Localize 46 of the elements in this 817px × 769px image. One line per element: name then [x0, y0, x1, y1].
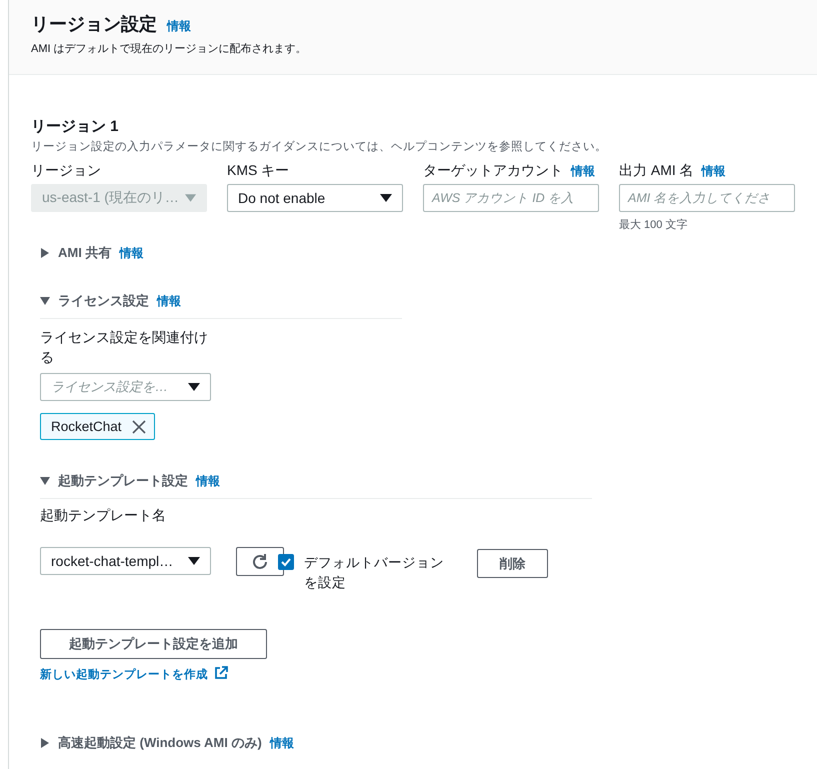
info-link[interactable]: 情報 — [702, 163, 726, 180]
select-field[interactable]: ライセンス設定を… — [40, 373, 211, 401]
region-description: リージョン設定の入力パラメータに関するガイダンスについては、ヘルプコンテンツを参照してください。 — [31, 139, 608, 154]
caret-icon — [188, 383, 200, 391]
panel-description: AMI はデフォルトで現在のリージョンに配布されます。 — [31, 42, 308, 56]
delete-button[interactable]: 削除 — [477, 549, 548, 578]
input-field[interactable]: AMI 名を入力してくださ — [619, 184, 795, 212]
field-label: 出力 AMI 名 — [619, 162, 694, 180]
info-link[interactable]: 情報 — [571, 163, 595, 180]
expand-icon[interactable] — [40, 296, 50, 306]
info-link[interactable]: 情報 — [167, 18, 191, 35]
info-link[interactable]: 情報 — [157, 292, 181, 310]
external-link-icon — [214, 666, 228, 680]
section-title[interactable]: AMI 共有 — [58, 244, 112, 262]
input-field[interactable]: AWS アカウント ID を入 — [423, 184, 599, 212]
region-title: リージョン 1 — [31, 117, 120, 136]
refresh-button[interactable] — [236, 547, 284, 576]
panel-title: リージョン設定 — [31, 13, 157, 36]
caret-icon — [184, 194, 196, 202]
field-label: ターゲットアカウント — [423, 162, 563, 180]
info-link[interactable]: 情報 — [270, 734, 294, 752]
section-title[interactable]: ライセンス設定 — [58, 292, 149, 310]
expand-icon[interactable] — [40, 476, 50, 486]
add-button[interactable]: 起動テンプレート設定を追加 — [40, 629, 267, 659]
section-title[interactable]: 起動テンプレート設定 — [58, 472, 188, 490]
token-label: RocketChat — [51, 419, 122, 434]
field-hint: 最大 100 文字 — [619, 218, 688, 232]
checkbox[interactable] — [278, 554, 294, 570]
field-label: リージョン — [31, 162, 101, 180]
info-link[interactable]: 情報 — [196, 472, 220, 490]
checkmark-icon — [280, 556, 292, 568]
select-field[interactable]: Do not enable — [227, 184, 403, 212]
select-field[interactable]: rocket-chat-templ… — [40, 547, 211, 575]
section-title[interactable]: 高速起動設定 (Windows AMI のみ) — [58, 734, 262, 752]
info-link[interactable]: 情報 — [119, 244, 144, 262]
field-label: 起動テンプレート名 — [40, 507, 167, 525]
caret-icon — [380, 194, 392, 202]
close-icon[interactable] — [132, 420, 146, 434]
field-label: ライセンス設定を関連付ける — [40, 328, 209, 367]
expand-icon[interactable] — [40, 248, 50, 258]
expand-icon[interactable] — [40, 738, 50, 748]
create-link[interactable]: 新しい起動テンプレートを作成 — [40, 667, 208, 682]
caret-icon — [188, 557, 200, 565]
checkbox-label: デフォルトバージョンを設定 — [304, 554, 445, 592]
field-label: KMS キー — [227, 162, 290, 180]
refresh-icon — [251, 552, 269, 570]
